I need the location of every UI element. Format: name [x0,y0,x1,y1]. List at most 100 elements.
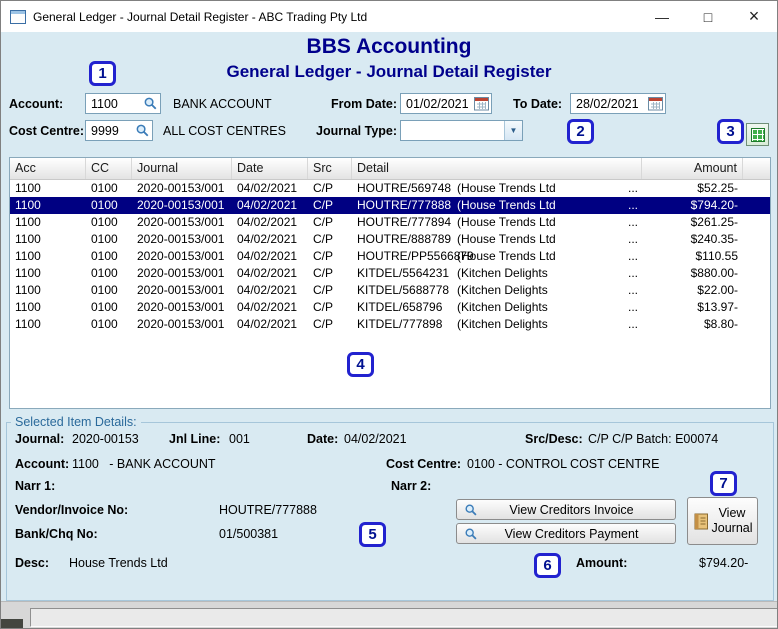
app-window: General Ledger - Journal Detail Register… [0,0,778,629]
cell-filler [743,214,770,231]
table-row[interactable]: 1100 0100 2020-00153/001 04/02/2021 C/P … [10,214,770,231]
cell-ellipsis: ... [627,181,638,195]
export-excel-button[interactable] [746,123,769,146]
cell-detail-name: (Kitchen Delights [457,266,548,280]
account-input[interactable]: 1100 [85,93,161,114]
column-header-amount[interactable]: Amount [642,158,743,179]
journal-type-label: Journal Type: [316,124,398,138]
cost-centre-input[interactable]: 9999 [85,120,153,141]
cell-detail: KITDEL/5564231 (Kitchen Delights... [352,265,642,282]
detail-account-label: Account: [15,457,70,471]
cell-detail-name: (House Trends Ltd [457,232,556,246]
cell-journal: 2020-00153/001 [137,249,225,263]
cell-cc: 0100 [91,181,118,195]
desc-value: House Trends Ltd [69,556,168,570]
cell-amount: $240.35- [690,232,738,246]
cell-detail-name: (Kitchen Delights [457,300,548,314]
table-row[interactable]: 1100 0100 2020-00153/001 04/02/2021 C/P … [10,299,770,316]
journal-label: Journal: [15,432,65,446]
cell-detail: HOUTRE/569748 (House Trends Ltd... [352,180,642,197]
cell-amount: $880.00- [690,266,738,280]
cell-acc: 1100 [15,266,41,280]
cell-ellipsis: ... [627,300,638,314]
from-date-input[interactable]: 01/02/2021 [400,93,492,114]
amount-label: Amount: [576,556,628,570]
from-date-value: 01/02/2021 [406,96,469,111]
view-creditors-invoice-button[interactable]: View Creditors Invoice [456,499,676,520]
journal-icon [694,513,709,530]
column-header-acc[interactable]: Acc [10,158,86,179]
excel-icon [750,127,765,142]
callout-4: 4 [347,352,374,377]
cell-src: C/P [313,198,334,212]
status-bar [1,601,777,628]
cell-src: C/P [313,249,334,263]
cost-centre-description: ALL COST CENTRES [163,124,286,138]
cell-ellipsis: ... [627,283,638,297]
cell-acc: 1100 [15,249,41,263]
column-header-journal[interactable]: Journal [132,158,232,179]
journal-type-select[interactable]: ▼ [400,120,523,141]
cell-amount: $22.00- [697,283,738,297]
cell-ellipsis: ... [627,317,638,331]
cell-date: 04/02/2021 [237,283,298,297]
narr1-label: Narr 1: [15,479,56,493]
cost-centre-search-icon[interactable] [133,121,152,140]
table-row[interactable]: 1100 0100 2020-00153/001 04/02/2021 C/P … [10,316,770,333]
column-header-filler [743,158,770,179]
cell-detail-ref: KITDEL/5688778 [357,283,450,297]
from-date-calendar-icon[interactable] [472,94,491,113]
cell-detail-name: (House Trends Ltd [457,181,556,195]
date-label: Date: [307,432,339,446]
details-section-title: Selected Item Details: [11,415,141,429]
journal-type-value [401,121,504,140]
to-date-calendar-icon[interactable] [646,94,665,113]
cell-acc: 1100 [15,198,41,212]
cell-journal: 2020-00153/001 [137,266,225,280]
column-header-date[interactable]: Date [232,158,308,179]
bank-chq-value: 01/500381 [219,527,279,541]
table-row[interactable]: 1100 0100 2020-00153/001 04/02/2021 C/P … [10,180,770,197]
cell-detail: HOUTRE/PP5566879 (House Trends Ltd... [352,248,642,265]
view-creditors-payment-button[interactable]: View Creditors Payment [456,523,676,544]
cell-filler [743,282,770,299]
from-date-label: From Date: [331,97,397,111]
minimize-button[interactable]: — [639,1,685,32]
cell-detail-name: (House Trends Ltd [457,249,556,263]
cell-detail-ref: HOUTRE/777894 [357,215,452,229]
cell-journal: 2020-00153/001 [137,283,225,297]
cell-cc: 0100 [91,249,118,263]
column-header-detail[interactable]: Detail [352,158,642,179]
cell-acc: 1100 [15,232,41,246]
cell-detail: KITDEL/658796 (Kitchen Delights... [352,299,642,316]
cell-date: 04/02/2021 [237,249,298,263]
table-row[interactable]: 1100 0100 2020-00153/001 04/02/2021 C/P … [10,248,770,265]
table-row[interactable]: 1100 0100 2020-00153/001 04/02/2021 C/P … [10,231,770,248]
account-search-icon[interactable] [141,94,160,113]
cell-cc: 0100 [91,317,118,331]
table-row[interactable]: 1100 0100 2020-00153/001 04/02/2021 C/P … [10,265,770,282]
titlebar: General Ledger - Journal Detail Register… [1,1,777,32]
cell-src: C/P [313,181,334,195]
maximize-button[interactable]: □ [685,1,731,32]
column-header-cc[interactable]: CC [86,158,132,179]
close-button[interactable]: × [731,1,777,32]
column-header-src[interactable]: Src [308,158,352,179]
account-value: 1100 [91,96,118,111]
cell-detail-ref: KITDEL/658796 [357,300,443,314]
bank-chq-label: Bank/Chq No: [15,527,98,541]
cell-filler [743,316,770,333]
table-row-selected[interactable]: 1100 0100 2020-00153/001 04/02/2021 C/P … [10,197,770,214]
cell-detail: KITDEL/5688778 (Kitchen Delights... [352,282,642,299]
view-journal-button[interactable]: View Journal [687,497,758,545]
jnl-line-label: Jnl Line: [169,432,221,446]
to-date-input[interactable]: 28/02/2021 [570,93,666,114]
cell-src: C/P [313,300,334,314]
view-journal-label: View Journal [711,506,753,535]
table-row[interactable]: 1100 0100 2020-00153/001 04/02/2021 C/P … [10,282,770,299]
cell-filler [743,231,770,248]
cell-amount: $261.25- [690,215,738,229]
cell-filler [743,265,770,282]
cell-detail-ref: KITDEL/5564231 [357,266,450,280]
cell-filler [743,299,770,316]
